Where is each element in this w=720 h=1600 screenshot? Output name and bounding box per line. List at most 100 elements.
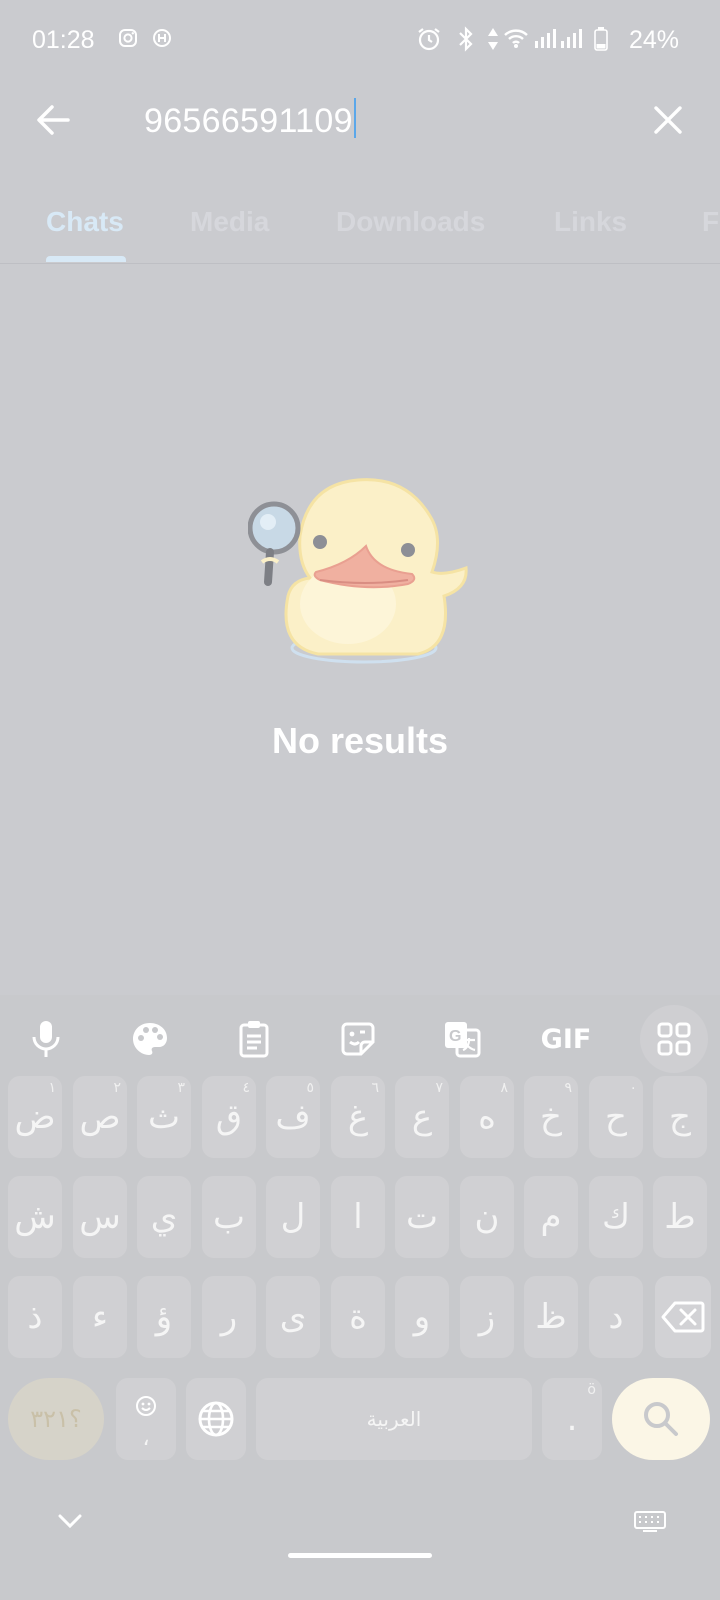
sticker-button[interactable] xyxy=(328,1009,388,1069)
search-key[interactable] xyxy=(612,1378,710,1460)
signal-icon xyxy=(534,28,558,53)
tab-media[interactable]: Media xyxy=(190,206,269,238)
tab-chats[interactable]: Chats xyxy=(46,206,124,238)
search-bar: 96566591109 xyxy=(0,80,720,160)
hide-keyboard-button[interactable] xyxy=(56,1511,84,1536)
key-label: خ xyxy=(540,1097,562,1137)
wifi-icon xyxy=(503,27,529,54)
signal-icon xyxy=(560,28,584,53)
key[interactable]: خ٩ xyxy=(524,1076,578,1158)
key[interactable]: م xyxy=(524,1176,578,1258)
space-key[interactable]: العربية xyxy=(256,1378,532,1460)
key-label: ق xyxy=(215,1097,243,1137)
language-key[interactable] xyxy=(186,1378,246,1460)
key[interactable]: ش xyxy=(8,1176,62,1258)
theme-button[interactable] xyxy=(120,1009,180,1069)
key[interactable]: د xyxy=(589,1276,643,1358)
key[interactable]: ت xyxy=(395,1176,449,1258)
palette-icon xyxy=(133,1023,167,1055)
key[interactable]: ه٨ xyxy=(460,1076,514,1158)
tab-links[interactable]: Links xyxy=(554,206,627,238)
more-tools-button[interactable] xyxy=(640,1005,708,1073)
key-label: ع xyxy=(411,1097,433,1137)
period-label: . xyxy=(566,1399,578,1439)
tab-files[interactable]: Files xyxy=(702,206,720,238)
key-hint: ٨ xyxy=(500,1080,508,1096)
duck-illustration xyxy=(247,476,478,686)
battery-icon xyxy=(594,27,608,56)
backspace-icon xyxy=(661,1301,705,1333)
key[interactable]: ؤ xyxy=(137,1276,191,1358)
key-hint: ١ xyxy=(48,1080,56,1096)
emoji-comma-key[interactable]: ، xyxy=(116,1378,176,1460)
gif-button[interactable]: GIF xyxy=(536,1009,596,1069)
key[interactable]: ب xyxy=(202,1176,256,1258)
search-icon xyxy=(644,1402,678,1436)
key[interactable]: ذ xyxy=(8,1276,62,1358)
key[interactable]: ة xyxy=(331,1276,385,1358)
close-icon xyxy=(654,106,682,134)
key[interactable]: ط xyxy=(653,1176,707,1258)
status-time: 01:28 xyxy=(32,26,95,54)
key[interactable]: ن xyxy=(460,1176,514,1258)
key-hint: ٢ xyxy=(113,1080,121,1096)
key[interactable]: ى xyxy=(266,1276,320,1358)
key[interactable]: ل xyxy=(266,1176,320,1258)
back-button[interactable] xyxy=(30,98,78,142)
key-label: ث xyxy=(147,1097,180,1137)
no-results-text: No results xyxy=(271,720,449,761)
keyboard-icon xyxy=(634,1511,666,1532)
key-label: ض xyxy=(14,1097,56,1137)
instagram-icon xyxy=(118,28,138,53)
search-input[interactable]: 96566591109 xyxy=(144,98,356,141)
mic-icon xyxy=(32,1021,60,1057)
status-bar: 01:28 24% xyxy=(0,0,720,80)
sticker-icon xyxy=(341,1022,375,1056)
key-label: ح xyxy=(605,1097,627,1137)
bluetooth-icon xyxy=(457,26,475,57)
key[interactable]: ف٥ xyxy=(266,1076,320,1158)
key-hint: ٦ xyxy=(371,1080,379,1096)
globe-icon xyxy=(198,1401,234,1437)
clipboard-button[interactable] xyxy=(224,1009,284,1069)
svg-text:G: G xyxy=(449,1028,461,1045)
arrow-left-icon xyxy=(37,105,70,135)
key-label: ج xyxy=(669,1097,691,1137)
key[interactable]: ي xyxy=(137,1176,191,1258)
key[interactable]: ث٣ xyxy=(137,1076,191,1158)
symbols-key[interactable]: ؟٣٢١ xyxy=(8,1378,104,1460)
key-hint: ٣ xyxy=(177,1080,185,1096)
key[interactable]: ض١ xyxy=(8,1076,62,1158)
key[interactable]: ظ xyxy=(524,1276,578,1358)
grid-icon xyxy=(657,1022,691,1056)
app-icon xyxy=(152,28,172,53)
translate-icon: G xyxy=(445,1022,481,1058)
period-key[interactable]: .ö xyxy=(542,1378,602,1460)
translate-button[interactable]: G xyxy=(432,1009,492,1069)
key-hint: ٩ xyxy=(564,1080,572,1096)
key[interactable]: ح٠ xyxy=(589,1076,643,1158)
key[interactable]: غ٦ xyxy=(331,1076,385,1158)
key[interactable]: ك xyxy=(589,1176,643,1258)
home-indicator[interactable] xyxy=(288,1553,432,1558)
key[interactable]: ز xyxy=(460,1276,514,1358)
mic-button[interactable] xyxy=(16,1009,76,1069)
active-tab-indicator xyxy=(46,256,126,262)
key[interactable]: و xyxy=(395,1276,449,1358)
comma-label: ، xyxy=(142,1425,150,1451)
key[interactable]: ع٧ xyxy=(395,1076,449,1158)
keyboard-switch-button[interactable] xyxy=(634,1511,666,1538)
key[interactable]: ق٤ xyxy=(202,1076,256,1158)
key[interactable]: ا xyxy=(331,1176,385,1258)
key[interactable]: ر xyxy=(202,1276,256,1358)
clear-search-button[interactable] xyxy=(648,100,688,140)
key[interactable]: ء xyxy=(73,1276,127,1358)
key[interactable]: ص٢ xyxy=(73,1076,127,1158)
clipboard-icon xyxy=(239,1021,269,1058)
chevron-down-icon xyxy=(58,1514,82,1529)
backspace-key[interactable] xyxy=(655,1276,711,1358)
tab-downloads[interactable]: Downloads xyxy=(336,206,485,238)
key[interactable]: ج xyxy=(653,1076,707,1158)
key[interactable]: س xyxy=(73,1176,127,1258)
key-label: ف xyxy=(275,1097,311,1137)
